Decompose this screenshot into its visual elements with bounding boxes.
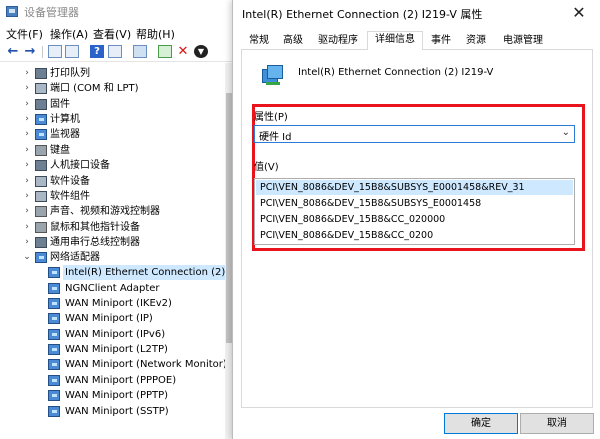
menu-action[interactable]: 操作(A)	[50, 26, 88, 42]
cancel-button[interactable]: 取消	[520, 413, 594, 434]
value-list[interactable]: PCI\VEN_8086&DEV_15B8&SUBSYS_E0001458&RE…	[254, 178, 575, 245]
network-adapter-icon	[48, 359, 60, 370]
dialog-title-bar: Intel(R) Ethernet Connection (2) I219-V …	[233, 0, 600, 26]
tab-driver[interactable]: 驱动程序	[311, 33, 365, 50]
device-tree: › 打印队列 › 端口 (COM 和 LPT) › 固件 › 计算机 › 监视器…	[22, 66, 263, 417]
hid-icon	[35, 160, 47, 171]
menu-file[interactable]: 文件(F)	[6, 26, 43, 42]
network-adapter-icon	[48, 406, 60, 417]
tab-details[interactable]: 详细信息	[367, 31, 423, 51]
menu-view[interactable]: 查看(V)	[93, 26, 131, 42]
expand-arrow-icon[interactable]: ›	[22, 189, 32, 204]
device-manager-icon	[6, 6, 18, 17]
network-adapter-icon	[48, 313, 60, 324]
tab-general[interactable]: 常规	[243, 33, 275, 50]
printer-icon	[35, 68, 47, 79]
list-item[interactable]: PCI\VEN_8086&DEV_15B8&SUBSYS_E0001458&RE…	[256, 180, 573, 195]
tab-power-management[interactable]: 电源管理	[495, 33, 551, 50]
device-name: Intel(R) Ethernet Connection (2) I219-V	[298, 67, 494, 78]
menu-help[interactable]: 帮助(H)	[136, 26, 175, 42]
uninstall-icon[interactable]: ✕	[176, 45, 190, 58]
tab-advanced[interactable]: 高级	[277, 33, 309, 50]
expand-arrow-icon[interactable]: ›	[22, 97, 32, 112]
toolbar-separator	[42, 46, 43, 58]
network-adapter-icon	[48, 267, 60, 278]
network-adapter-icon	[48, 375, 60, 386]
computer-icon	[35, 114, 47, 125]
expand-arrow-icon[interactable]: ›	[22, 81, 32, 96]
network-adapter-icon	[48, 283, 60, 294]
view-icon[interactable]	[108, 45, 122, 58]
port-icon	[35, 83, 47, 94]
tab-resources[interactable]: 资源	[459, 33, 493, 50]
dialog-title: Intel(R) Ethernet Connection (2) I219-V …	[242, 8, 483, 21]
tab-bar: 常规 高级 驱动程序 详细信息 事件 资源 电源管理	[241, 31, 593, 51]
close-icon[interactable]: ✕	[557, 0, 600, 26]
forward-icon[interactable]: →	[23, 45, 37, 58]
firmware-icon	[35, 99, 47, 110]
update-driver-icon[interactable]	[158, 45, 172, 58]
expand-arrow-icon[interactable]: ›	[22, 143, 32, 158]
list-item[interactable]: PCI\VEN_8086&DEV_15B8&CC_0200	[256, 228, 573, 243]
back-icon[interactable]: ←	[6, 45, 20, 58]
expand-arrow-icon[interactable]: ›	[22, 112, 32, 127]
network-adapter-icon	[48, 298, 60, 309]
expand-arrow-icon[interactable]: ›	[22, 66, 32, 81]
software-component-icon	[35, 191, 47, 202]
tab-events[interactable]: 事件	[425, 33, 457, 50]
monitor-icon	[35, 129, 47, 140]
expand-arrow-icon[interactable]: ›	[22, 174, 32, 189]
network-adapter-icon	[262, 65, 284, 85]
expand-arrow-icon[interactable]: ›	[22, 220, 32, 235]
keyboard-icon	[35, 145, 47, 156]
usb-icon	[35, 237, 47, 248]
details-panel: Intel(R) Ethernet Connection (2) I219-V …	[241, 50, 593, 408]
value-label: 值(V)	[254, 162, 279, 173]
list-icon[interactable]	[65, 45, 79, 58]
network-adapter-icon	[48, 344, 60, 355]
network-adapter-icon	[48, 390, 60, 401]
collapse-arrow-icon[interactable]: ⌄	[22, 250, 32, 265]
sound-icon	[35, 206, 47, 217]
property-label: 属性(P)	[254, 112, 288, 123]
software-device-icon	[35, 176, 47, 187]
mouse-icon	[35, 222, 47, 233]
network-adapter-icon	[35, 252, 47, 263]
network-adapter-icon	[48, 329, 60, 340]
expand-arrow-icon[interactable]: ›	[22, 158, 32, 173]
property-dropdown[interactable]: 硬件 Id ⌄	[254, 125, 575, 143]
properties-dialog: Intel(R) Ethernet Connection (2) I219-V …	[232, 0, 600, 439]
properties-icon[interactable]	[48, 45, 62, 58]
property-value: 硬件 Id	[259, 132, 292, 143]
list-item[interactable]: PCI\VEN_8086&DEV_15B8&SUBSYS_E0001458	[256, 196, 573, 211]
expand-arrow-icon[interactable]: ›	[22, 127, 32, 142]
ok-button[interactable]: 确定	[444, 413, 518, 434]
window-title: 设备管理器	[24, 6, 79, 19]
monitor-icon[interactable]	[133, 45, 147, 58]
expand-arrow-icon[interactable]: ›	[22, 235, 32, 250]
expand-arrow-icon[interactable]: ›	[22, 204, 32, 219]
list-item[interactable]: PCI\VEN_8086&DEV_15B8&CC_020000	[256, 212, 573, 227]
download-icon[interactable]: ▼	[194, 45, 208, 58]
chevron-down-icon: ⌄	[561, 127, 570, 138]
help-icon[interactable]: ?	[90, 45, 104, 58]
